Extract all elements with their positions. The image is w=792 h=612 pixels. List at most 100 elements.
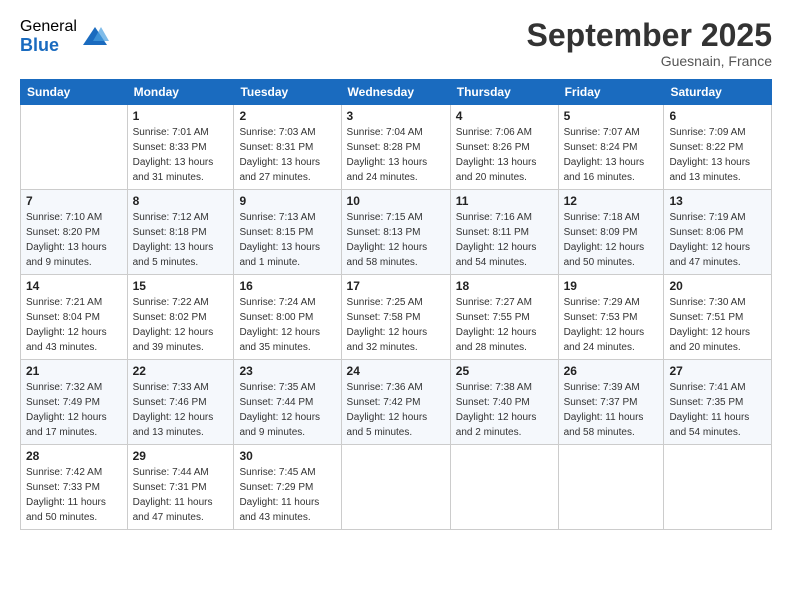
day-info: Sunrise: 7:24 AMSunset: 8:00 PMDaylight:…	[239, 295, 335, 355]
day-number: 18	[456, 279, 553, 293]
day-info: Sunrise: 7:25 AMSunset: 7:58 PMDaylight:…	[347, 295, 445, 355]
day-info: Sunrise: 7:39 AMSunset: 7:37 PMDaylight:…	[564, 380, 659, 440]
day-number: 4	[456, 109, 553, 123]
col-sunday: Sunday	[21, 80, 128, 105]
day-number: 17	[347, 279, 445, 293]
day-number: 5	[564, 109, 659, 123]
cell-w3-d3: 24 Sunrise: 7:36 AMSunset: 7:42 PMDayligh…	[341, 360, 450, 445]
cell-w1-d4: 11 Sunrise: 7:16 AMSunset: 8:11 PMDayligh…	[450, 190, 558, 275]
calendar-body: 1Sunrise: 7:01 AMSunset: 8:33 PMDaylight…	[21, 105, 772, 530]
day-number: 2	[239, 109, 335, 123]
subtitle: Guesnain, France	[527, 53, 772, 69]
day-info: Sunrise: 7:19 AMSunset: 8:06 PMDaylight:…	[669, 210, 766, 270]
day-number: 28	[26, 449, 122, 463]
day-info: Sunrise: 7:35 AMSunset: 7:44 PMDaylight:…	[239, 380, 335, 440]
cell-w0-d6: 6 Sunrise: 7:09 AMSunset: 8:22 PMDaylight…	[664, 105, 772, 190]
title-section: September 2025 Guesnain, France	[527, 18, 772, 69]
cell-w4-d5	[558, 445, 664, 530]
day-number: 11	[456, 194, 553, 208]
day-info: Sunrise: 7:04 AMSunset: 8:28 PMDaylight:…	[347, 125, 445, 185]
day-info: Sunrise: 7:07 AMSunset: 8:24 PMDaylight:…	[564, 125, 659, 185]
day-number: 12	[564, 194, 659, 208]
header-row: Sunday Monday Tuesday Wednesday Thursday…	[21, 80, 772, 105]
day-number: 14	[26, 279, 122, 293]
day-info: Sunrise: 7:13 AMSunset: 8:15 PMDaylight:…	[239, 210, 335, 270]
cell-w0-d5: 5 Sunrise: 7:07 AMSunset: 8:24 PMDaylight…	[558, 105, 664, 190]
day-number: 25	[456, 364, 553, 378]
day-number: 30	[239, 449, 335, 463]
cell-w1-d6: 13 Sunrise: 7:19 AMSunset: 8:06 PMDayligh…	[664, 190, 772, 275]
day-number: 29	[133, 449, 229, 463]
header: General Blue September 2025 Guesnain, Fr…	[20, 18, 772, 69]
day-info: Sunrise: 7:33 AMSunset: 7:46 PMDaylight:…	[133, 380, 229, 440]
day-info: Sunrise: 7:38 AMSunset: 7:40 PMDaylight:…	[456, 380, 553, 440]
day-number: 9	[239, 194, 335, 208]
cell-w0-d1: 1Sunrise: 7:01 AMSunset: 8:33 PMDaylight…	[127, 105, 234, 190]
logo-general: General	[20, 18, 77, 36]
day-number: 27	[669, 364, 766, 378]
day-number: 15	[133, 279, 229, 293]
cell-w2-d6: 20 Sunrise: 7:30 AMSunset: 7:51 PMDayligh…	[664, 275, 772, 360]
cell-w3-d6: 27 Sunrise: 7:41 AMSunset: 7:35 PMDayligh…	[664, 360, 772, 445]
cell-w2-d3: 17 Sunrise: 7:25 AMSunset: 7:58 PMDayligh…	[341, 275, 450, 360]
day-info: Sunrise: 7:10 AMSunset: 8:20 PMDaylight:…	[26, 210, 122, 270]
day-info: Sunrise: 7:22 AMSunset: 8:02 PMDaylight:…	[133, 295, 229, 355]
cell-w3-d4: 25 Sunrise: 7:38 AMSunset: 7:40 PMDayligh…	[450, 360, 558, 445]
cell-w4-d0: 28 Sunrise: 7:42 AMSunset: 7:33 PMDayligh…	[21, 445, 128, 530]
day-info: Sunrise: 7:27 AMSunset: 7:55 PMDaylight:…	[456, 295, 553, 355]
day-info: Sunrise: 7:30 AMSunset: 7:51 PMDaylight:…	[669, 295, 766, 355]
cell-w4-d6	[664, 445, 772, 530]
cell-w3-d5: 26 Sunrise: 7:39 AMSunset: 7:37 PMDayligh…	[558, 360, 664, 445]
day-info: Sunrise: 7:41 AMSunset: 7:35 PMDaylight:…	[669, 380, 766, 440]
day-number: 22	[133, 364, 229, 378]
page: General Blue September 2025 Guesnain, Fr…	[0, 0, 792, 612]
week-row-3: 21 Sunrise: 7:32 AMSunset: 7:49 PMDayligh…	[21, 360, 772, 445]
day-info: Sunrise: 7:45 AMSunset: 7:29 PMDaylight:…	[239, 465, 335, 525]
day-number: 6	[669, 109, 766, 123]
calendar-header: Sunday Monday Tuesday Wednesday Thursday…	[21, 80, 772, 105]
day-number: 23	[239, 364, 335, 378]
cell-w2-d1: 15 Sunrise: 7:22 AMSunset: 8:02 PMDayligh…	[127, 275, 234, 360]
col-monday: Monday	[127, 80, 234, 105]
cell-w0-d0	[21, 105, 128, 190]
day-number: 8	[133, 194, 229, 208]
day-info: Sunrise: 7:09 AMSunset: 8:22 PMDaylight:…	[669, 125, 766, 185]
day-info: Sunrise: 7:32 AMSunset: 7:49 PMDaylight:…	[26, 380, 122, 440]
day-info: Sunrise: 7:29 AMSunset: 7:53 PMDaylight:…	[564, 295, 659, 355]
day-info: Sunrise: 7:42 AMSunset: 7:33 PMDaylight:…	[26, 465, 122, 525]
cell-w0-d2: 2 Sunrise: 7:03 AMSunset: 8:31 PMDaylight…	[234, 105, 341, 190]
day-number: 20	[669, 279, 766, 293]
day-info: Sunrise: 7:03 AMSunset: 8:31 PMDaylight:…	[239, 125, 335, 185]
day-info: Sunrise: 7:16 AMSunset: 8:11 PMDaylight:…	[456, 210, 553, 270]
day-number: 3	[347, 109, 445, 123]
day-number: 21	[26, 364, 122, 378]
day-info: Sunrise: 7:36 AMSunset: 7:42 PMDaylight:…	[347, 380, 445, 440]
week-row-2: 14Sunrise: 7:21 AMSunset: 8:04 PMDayligh…	[21, 275, 772, 360]
cell-w0-d4: 4 Sunrise: 7:06 AMSunset: 8:26 PMDaylight…	[450, 105, 558, 190]
day-number: 16	[239, 279, 335, 293]
day-number: 13	[669, 194, 766, 208]
cell-w3-d0: 21 Sunrise: 7:32 AMSunset: 7:49 PMDayligh…	[21, 360, 128, 445]
day-number: 24	[347, 364, 445, 378]
logo-text: General Blue	[20, 18, 77, 55]
day-number: 10	[347, 194, 445, 208]
day-info: Sunrise: 7:44 AMSunset: 7:31 PMDaylight:…	[133, 465, 229, 525]
cell-w0-d3: 3 Sunrise: 7:04 AMSunset: 8:28 PMDaylight…	[341, 105, 450, 190]
cell-w2-d4: 18 Sunrise: 7:27 AMSunset: 7:55 PMDayligh…	[450, 275, 558, 360]
cell-w4-d2: 30 Sunrise: 7:45 AMSunset: 7:29 PMDayligh…	[234, 445, 341, 530]
day-number: 26	[564, 364, 659, 378]
cell-w4-d4	[450, 445, 558, 530]
day-info: Sunrise: 7:01 AMSunset: 8:33 PMDaylight:…	[133, 125, 229, 185]
cell-w3-d1: 22 Sunrise: 7:33 AMSunset: 7:46 PMDayligh…	[127, 360, 234, 445]
day-info: Sunrise: 7:18 AMSunset: 8:09 PMDaylight:…	[564, 210, 659, 270]
day-info: Sunrise: 7:06 AMSunset: 8:26 PMDaylight:…	[456, 125, 553, 185]
col-wednesday: Wednesday	[341, 80, 450, 105]
calendar-table: Sunday Monday Tuesday Wednesday Thursday…	[20, 79, 772, 530]
cell-w4-d1: 29 Sunrise: 7:44 AMSunset: 7:31 PMDayligh…	[127, 445, 234, 530]
logo-blue: Blue	[20, 36, 77, 56]
cell-w1-d0: 7Sunrise: 7:10 AMSunset: 8:20 PMDaylight…	[21, 190, 128, 275]
cell-w1-d2: 9 Sunrise: 7:13 AMSunset: 8:15 PMDaylight…	[234, 190, 341, 275]
day-number: 19	[564, 279, 659, 293]
week-row-0: 1Sunrise: 7:01 AMSunset: 8:33 PMDaylight…	[21, 105, 772, 190]
cell-w1-d3: 10Sunrise: 7:15 AMSunset: 8:13 PMDayligh…	[341, 190, 450, 275]
